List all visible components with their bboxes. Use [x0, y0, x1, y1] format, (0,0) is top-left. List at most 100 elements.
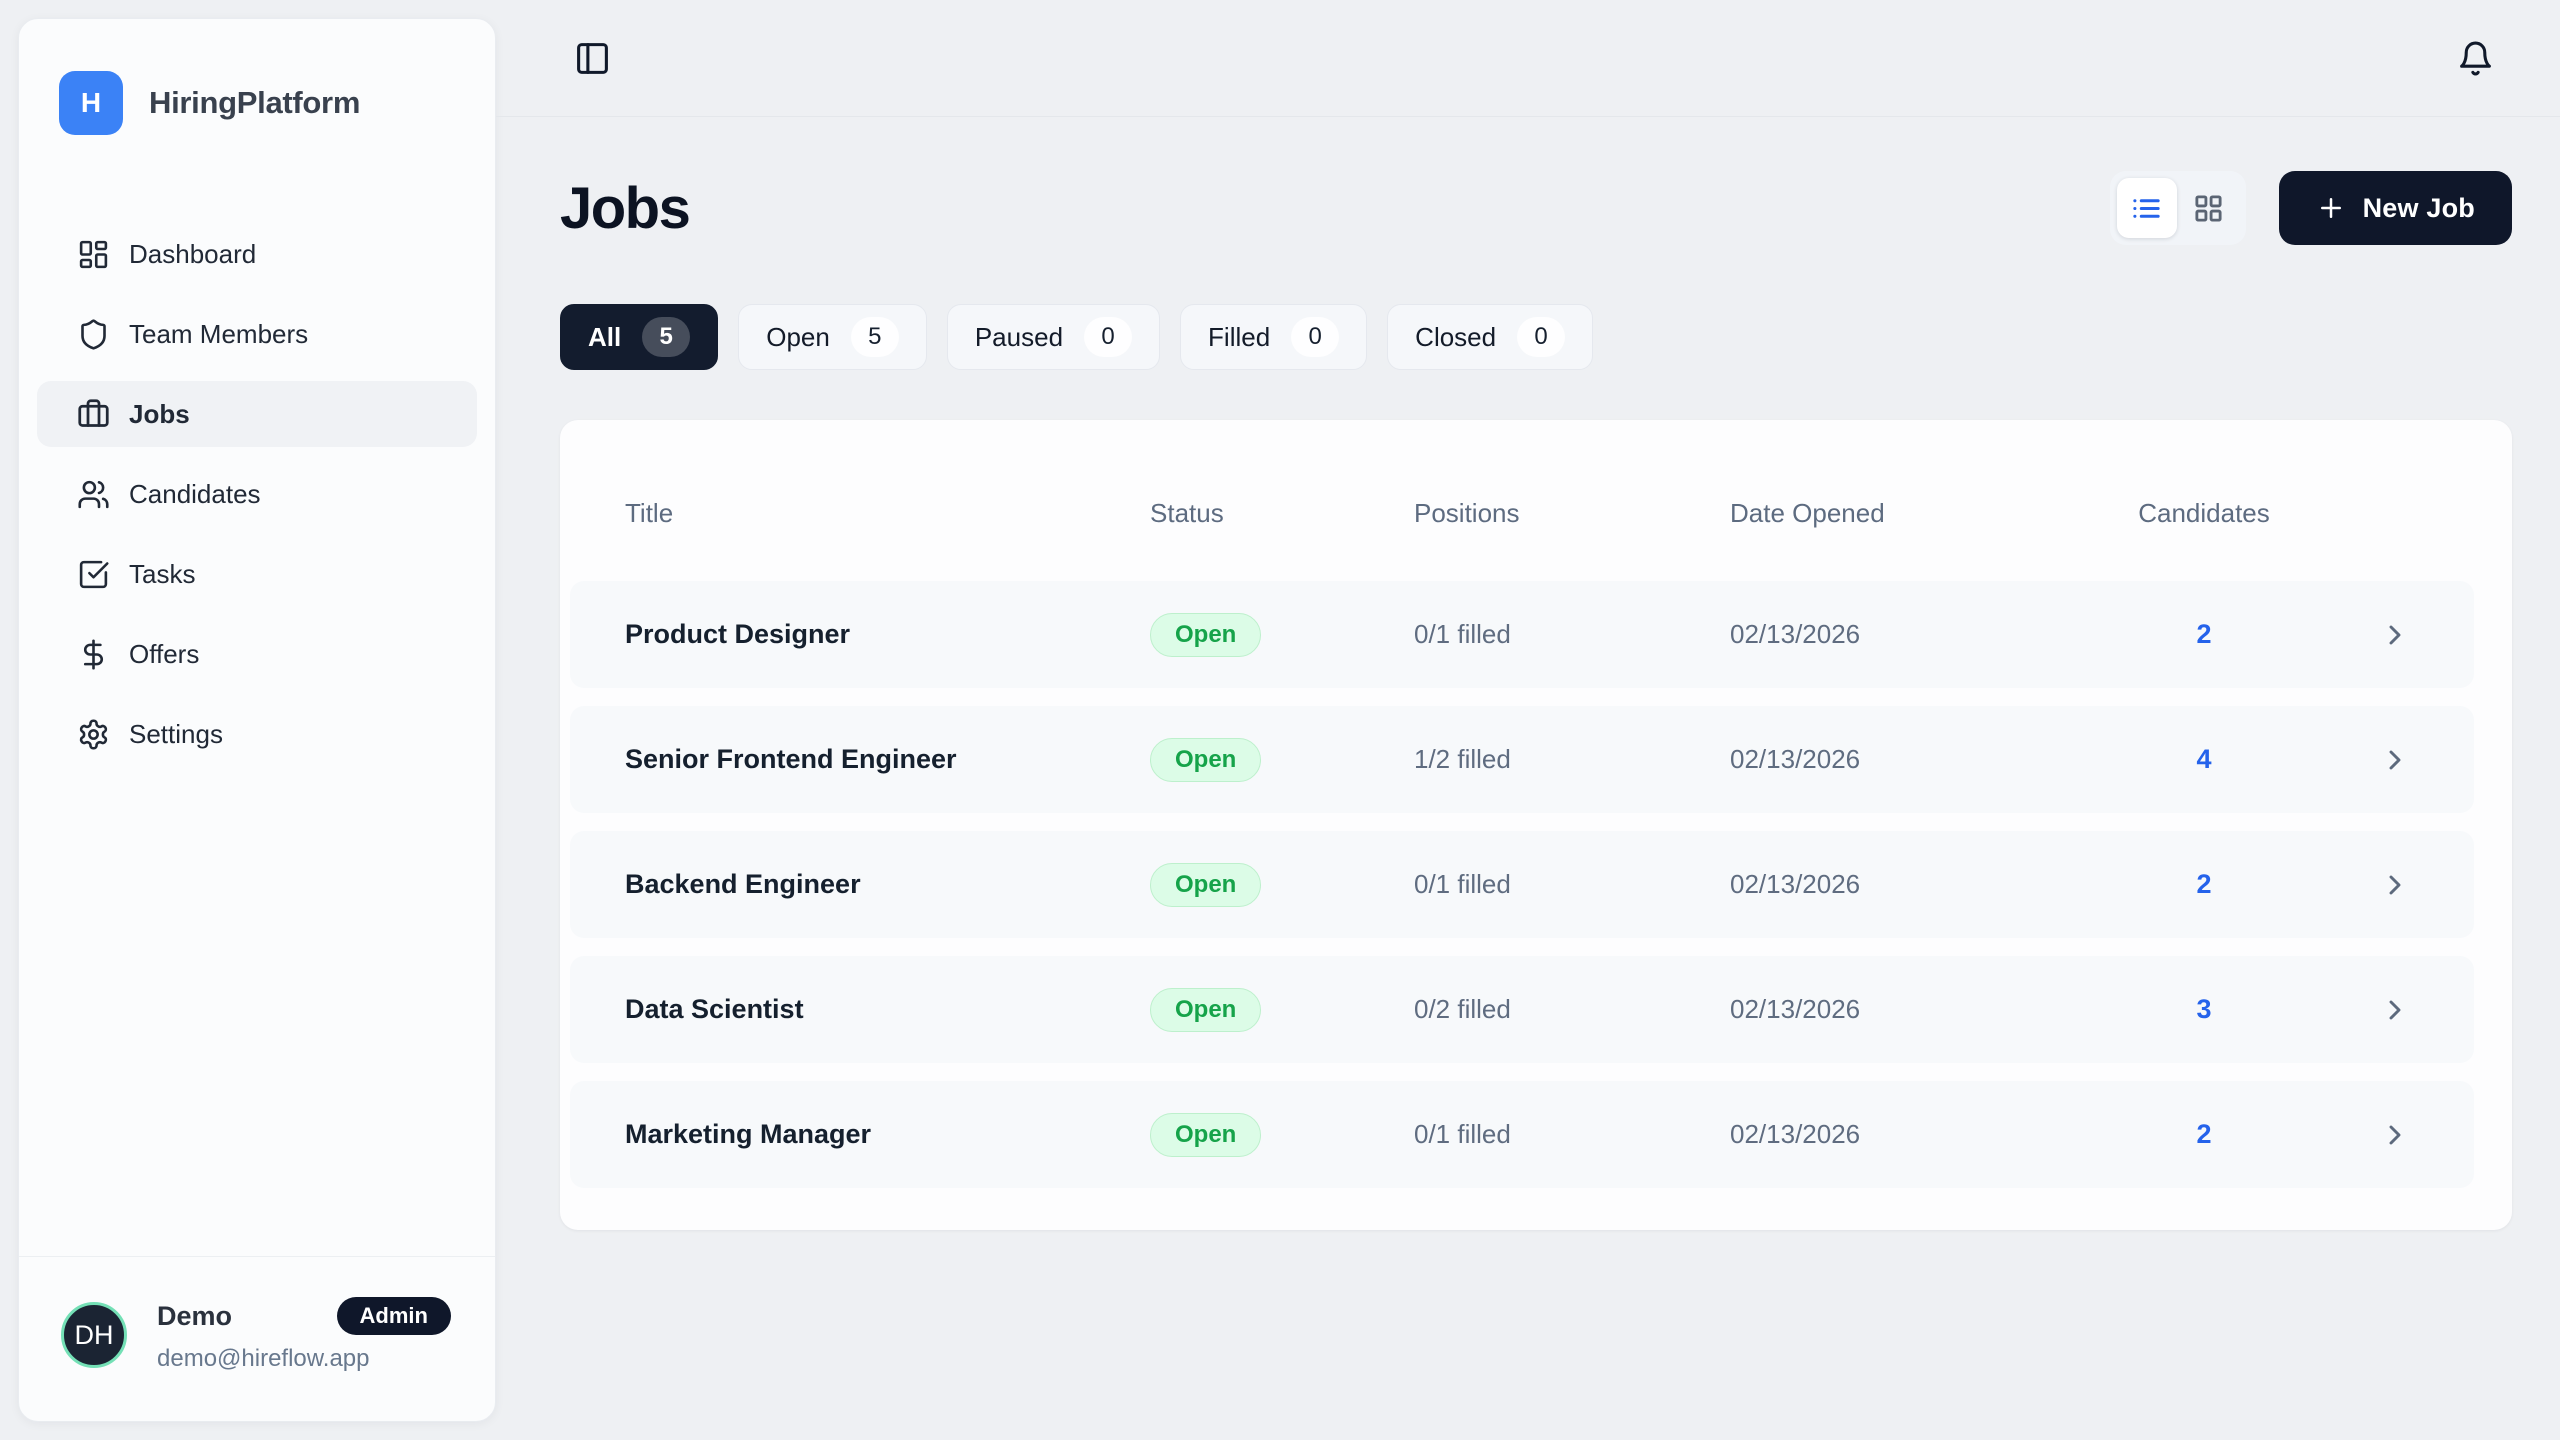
status-badge: Open — [1150, 1113, 1261, 1157]
app-logo-letter: H — [81, 87, 101, 119]
sidebar-item-label: Dashboard — [129, 239, 256, 270]
status-badge: Open — [1150, 988, 1261, 1032]
role-badge: Admin — [337, 1297, 451, 1335]
chevron-right-icon[interactable] — [2379, 744, 2411, 776]
sidebar-item-label: Tasks — [129, 559, 195, 590]
chevron-right-icon[interactable] — [2379, 994, 2411, 1026]
filter-count: 5 — [851, 317, 899, 357]
square-check-icon — [77, 558, 110, 591]
content: Jobs — [496, 171, 2560, 1230]
app-logo: H — [59, 71, 123, 135]
layout-dashboard-icon — [77, 238, 110, 271]
panel-left-icon — [574, 40, 611, 77]
sidebar-item-tasks[interactable]: Tasks — [37, 541, 477, 607]
job-title: Marketing Manager — [570, 1119, 1150, 1150]
gear-icon — [77, 718, 110, 751]
sidebar-item-dashboard[interactable]: Dashboard — [37, 221, 477, 287]
job-positions: 0/1 filled — [1414, 619, 1730, 650]
filter-tab-closed[interactable]: Closed 0 — [1387, 304, 1593, 370]
sidebar-item-label: Candidates — [129, 479, 261, 510]
chevron-right-icon[interactable] — [2379, 1119, 2411, 1151]
filter-label: Filled — [1208, 322, 1270, 353]
app-name: HiringPlatform — [149, 85, 360, 121]
job-date-opened: 02/13/2026 — [1730, 619, 2128, 650]
list-icon — [2131, 193, 2162, 224]
users-icon — [77, 478, 110, 511]
table-body: Product Designer Open 0/1 filled 02/13/2… — [570, 581, 2474, 1188]
filter-tab-all[interactable]: All 5 — [560, 304, 718, 370]
filter-label: Paused — [975, 322, 1063, 353]
sidebar-user[interactable]: DH Demo Admin demo@hireflow.app — [19, 1256, 495, 1421]
sidebar-item-label: Offers — [129, 639, 199, 670]
list-view-button[interactable] — [2117, 178, 2177, 238]
job-date-opened: 02/13/2026 — [1730, 869, 2128, 900]
column-header-candidates: Candidates — [2128, 498, 2280, 529]
job-date-opened: 02/13/2026 — [1730, 994, 2128, 1025]
bell-icon — [2457, 40, 2494, 77]
filter-label: Closed — [1415, 322, 1496, 353]
sidebar-item-offers[interactable]: Offers — [37, 621, 477, 687]
user-name: Demo — [157, 1301, 232, 1332]
sidebar-item-label: Settings — [129, 719, 223, 750]
table-header: Title Status Positions Date Opened Candi… — [570, 498, 2474, 529]
status-badge: Open — [1150, 613, 1261, 657]
plus-icon — [2316, 193, 2346, 223]
user-info: Demo Admin demo@hireflow.app — [157, 1297, 451, 1373]
main-area: Jobs — [496, 0, 2560, 1440]
user-email: demo@hireflow.app — [157, 1345, 451, 1373]
notifications-button[interactable] — [2457, 40, 2494, 77]
filter-tab-paused[interactable]: Paused 0 — [947, 304, 1160, 370]
page-head: Jobs — [560, 171, 2512, 245]
job-title: Data Scientist — [570, 994, 1150, 1025]
table-row[interactable]: Backend Engineer Open 0/1 filled 02/13/2… — [570, 831, 2474, 938]
job-positions: 1/2 filled — [1414, 744, 1730, 775]
job-title: Product Designer — [570, 619, 1150, 650]
job-candidates-count[interactable]: 4 — [2128, 744, 2280, 775]
job-date-opened: 02/13/2026 — [1730, 744, 2128, 775]
filter-label: All — [588, 322, 621, 353]
sidebar: H HiringPlatform Dashboard Team Members … — [18, 18, 496, 1422]
filter-tab-filled[interactable]: Filled 0 — [1180, 304, 1367, 370]
column-header-title: Title — [570, 498, 1150, 529]
sidebar-item-team-members[interactable]: Team Members — [37, 301, 477, 367]
chevron-right-icon[interactable] — [2379, 619, 2411, 651]
brand: H HiringPlatform — [19, 19, 495, 135]
table-row[interactable]: Senior Frontend Engineer Open 1/2 filled… — [570, 706, 2474, 813]
column-header-status: Status — [1150, 498, 1414, 529]
chevron-right-icon[interactable] — [2379, 869, 2411, 901]
column-header-date-opened: Date Opened — [1730, 498, 2128, 529]
table-row[interactable]: Marketing Manager Open 0/1 filled 02/13/… — [570, 1081, 2474, 1188]
filter-count: 0 — [1517, 317, 1565, 357]
table-row[interactable]: Product Designer Open 0/1 filled 02/13/2… — [570, 581, 2474, 688]
status-badge: Open — [1150, 863, 1261, 907]
jobs-table-card: Title Status Positions Date Opened Candi… — [560, 420, 2512, 1230]
new-job-button[interactable]: New Job — [2279, 171, 2512, 245]
status-badge: Open — [1150, 738, 1261, 782]
sidebar-nav: Dashboard Team Members Jobs Candidates T… — [19, 221, 495, 781]
dollar-icon — [77, 638, 110, 671]
filter-label: Open — [766, 322, 830, 353]
filter-tabs: All 5 Open 5 Paused 0 Filled 0 Closed 0 — [560, 304, 2512, 370]
job-candidates-count[interactable]: 2 — [2128, 1119, 2280, 1150]
sidebar-item-settings[interactable]: Settings — [37, 701, 477, 767]
page-title: Jobs — [560, 175, 689, 242]
briefcase-icon — [77, 398, 110, 431]
filter-count: 0 — [1084, 317, 1132, 357]
shield-icon — [77, 318, 110, 351]
job-candidates-count[interactable]: 2 — [2128, 869, 2280, 900]
sidebar-item-label: Team Members — [129, 319, 308, 350]
view-toggle — [2110, 171, 2246, 245]
avatar: DH — [61, 1302, 127, 1368]
filter-tab-open[interactable]: Open 5 — [738, 304, 927, 370]
column-header-positions: Positions — [1414, 498, 1730, 529]
new-job-label: New Job — [2363, 193, 2475, 224]
job-candidates-count[interactable]: 3 — [2128, 994, 2280, 1025]
job-candidates-count[interactable]: 2 — [2128, 619, 2280, 650]
sidebar-item-jobs[interactable]: Jobs — [37, 381, 477, 447]
topbar — [496, 0, 2560, 117]
grid-view-button[interactable] — [2179, 178, 2239, 238]
sidebar-item-candidates[interactable]: Candidates — [37, 461, 477, 527]
table-row[interactable]: Data Scientist Open 0/2 filled 02/13/202… — [570, 956, 2474, 1063]
sidebar-toggle-button[interactable] — [574, 40, 611, 77]
filter-count: 5 — [642, 317, 690, 357]
